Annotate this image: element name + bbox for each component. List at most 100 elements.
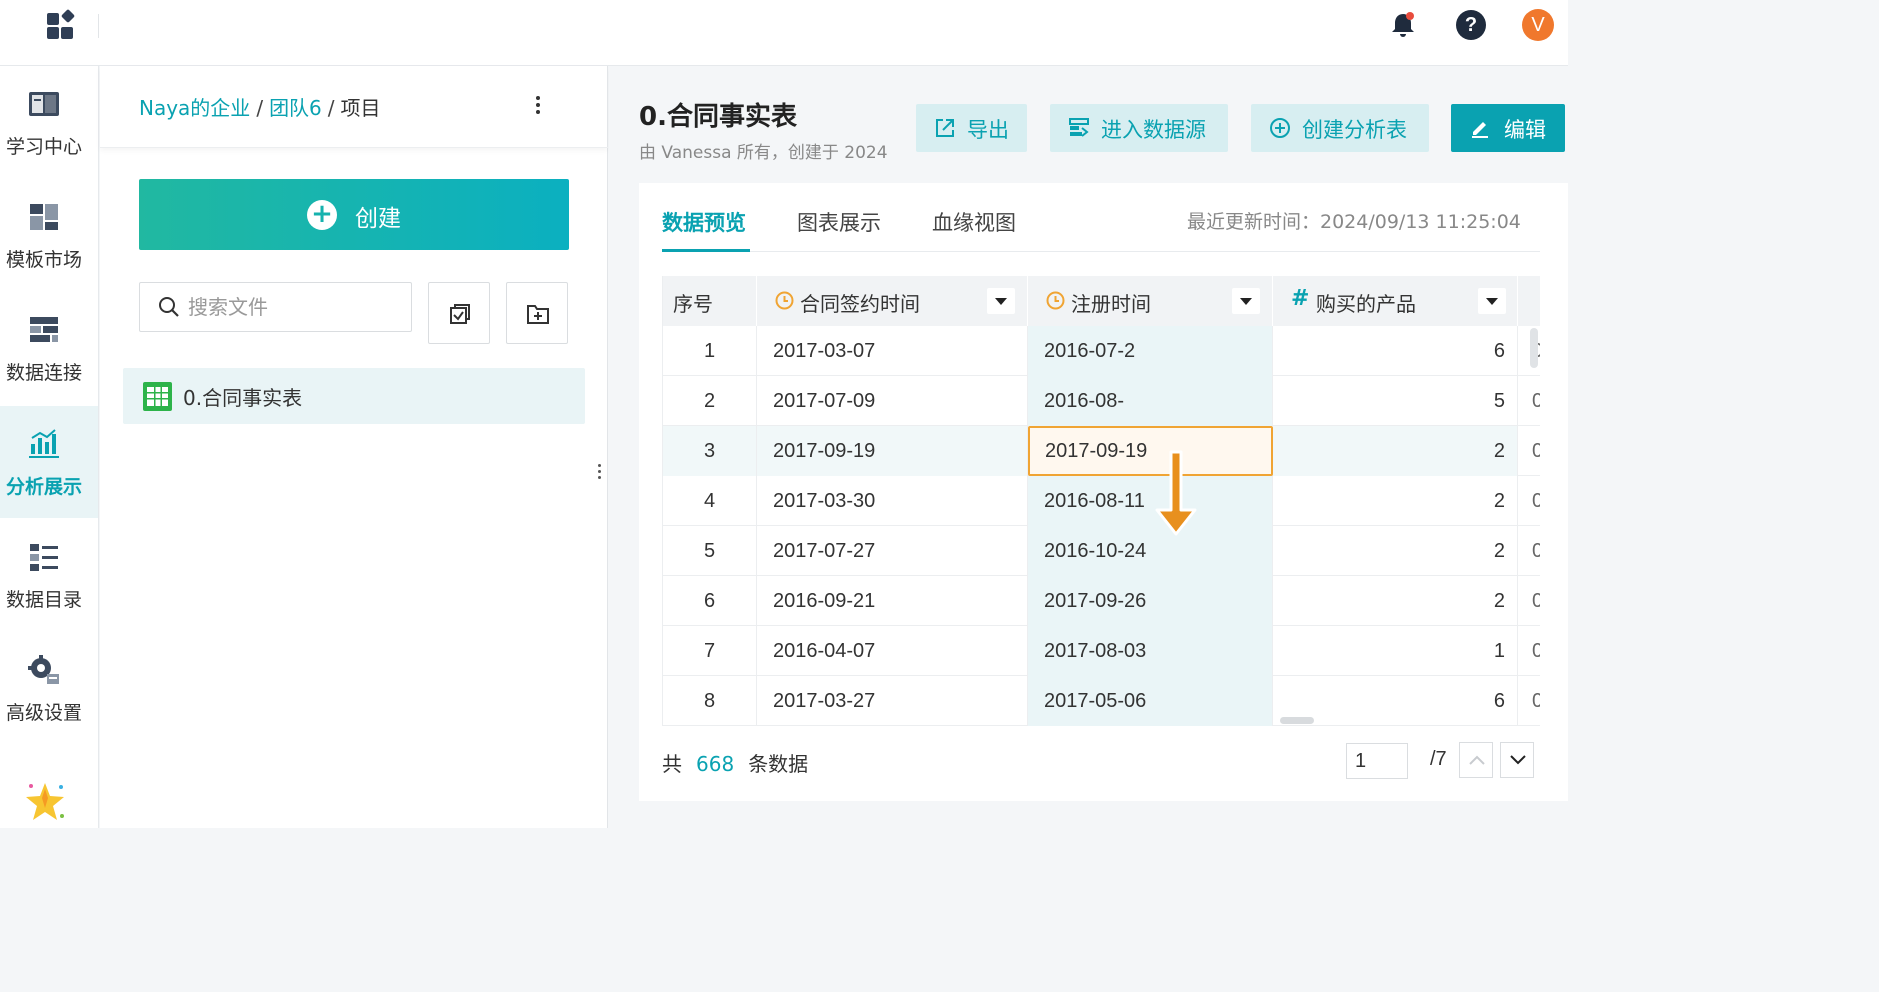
create-button[interactable]: + 创建 <box>139 179 569 250</box>
cell-next-column[interactable]: 0 <box>1518 626 1540 676</box>
cell-contract-date[interactable]: 2017-07-09 <box>757 376 1028 426</box>
cell-product[interactable]: 2 <box>1273 576 1518 626</box>
cell-contract-date[interactable]: 2017-03-30 <box>757 476 1028 526</box>
page-number-input[interactable] <box>1346 743 1408 779</box>
cell-register-date[interactable]: 2016-07-2 <box>1028 326 1273 376</box>
breadcrumb: Naya的企业 / 团队6/项目 <box>139 92 381 121</box>
create-analysis-button[interactable]: 创建分析表 <box>1251 104 1429 152</box>
search-icon <box>159 297 179 317</box>
cell-contract-date[interactable]: 2017-07-27 <box>757 526 1028 576</box>
column-header-label: 购买的产品 <box>1316 292 1416 316</box>
tab-chart-display[interactable]: 图表展示 <box>797 207 881 237</box>
star-sparkle-icon[interactable] <box>24 779 66 823</box>
datasource-icon <box>1069 118 1089 137</box>
tabs-divider <box>662 251 1540 252</box>
export-button[interactable]: 导出 <box>916 104 1027 152</box>
count-prefix: 共 <box>662 752 682 776</box>
bell-icon[interactable] <box>1388 10 1418 40</box>
nav-item-data-catalog[interactable]: 数据目录 <box>0 519 98 631</box>
cell-register-date[interactable]: 2017-05-06 <box>1028 676 1273 726</box>
column-dropdown-icon[interactable] <box>1232 288 1260 314</box>
cell-next-column[interactable]: 0 <box>1518 576 1540 626</box>
template-icon <box>30 204 58 230</box>
new-folder-button[interactable] <box>506 282 568 344</box>
cell-product[interactable]: 2 <box>1273 526 1518 576</box>
tab-data-preview[interactable]: 数据预览 <box>662 207 746 237</box>
page-up-button[interactable] <box>1459 742 1493 778</box>
edit-pencil-icon <box>1472 122 1488 138</box>
nav-label: 模板市场 <box>5 249 82 271</box>
cell-next-column[interactable]: 0 <box>1518 426 1540 476</box>
cell-register-date[interactable]: 2017-08-03 <box>1028 626 1273 676</box>
tab-lineage-view[interactable]: 血缘视图 <box>932 207 1016 237</box>
file-list-item[interactable]: 0.合同事实表 <box>123 368 585 424</box>
left-nav: 学习中心 模板市场 数据连接 分析展示 数据目录 高级设置 <box>0 66 99 828</box>
cell-product[interactable]: 2 <box>1273 426 1518 476</box>
cell-next-column[interactable]: 0 <box>1518 526 1540 576</box>
nav-item-learning-center[interactable]: 学习中心 <box>0 66 98 178</box>
data-card: 数据预览 图表展示 血缘视图 最近更新时间：2024/09/13 11:25:0… <box>639 183 1568 801</box>
table-file-icon <box>143 382 172 411</box>
table-row[interactable]: 52017-07-272016-10-2420 <box>663 526 1540 576</box>
cell-register-date[interactable]: 2017-09-26 <box>1028 576 1273 626</box>
cell-product[interactable]: 2 <box>1273 476 1518 526</box>
cell-contract-date[interactable]: 2017-03-07 <box>757 326 1028 376</box>
table-row[interactable]: 62016-09-212017-09-2620 <box>663 576 1540 626</box>
cell-contract-date[interactable]: 2017-09-19 <box>757 426 1028 476</box>
table-row[interactable]: 42017-03-302016-08-1120 <box>663 476 1540 526</box>
column-header-contract-date: 合同签约时间 <box>757 276 1028 326</box>
search-input[interactable] <box>188 292 398 322</box>
table-row[interactable]: 82017-03-272017-05-0660 <box>663 676 1540 726</box>
cell-contract-date[interactable]: 2017-03-27 <box>757 676 1028 726</box>
breadcrumb-org-link[interactable]: Naya的企业 <box>139 96 250 120</box>
main-content: 0.合同事实表 由 Vanessa 所有，创建于 2024 导出 进入数据源 创… <box>609 66 1568 828</box>
cell-index[interactable]: 6 <box>663 576 757 626</box>
cell-index[interactable]: 3 <box>663 426 757 476</box>
nav-item-advanced-settings[interactable]: 高级设置 <box>0 632 98 744</box>
cell-contract-date[interactable]: 2016-09-21 <box>757 576 1028 626</box>
table-row[interactable]: 12017-03-072016-07-260 <box>663 326 1540 376</box>
chevron-down-icon <box>1510 755 1526 765</box>
edit-button[interactable]: 编辑 <box>1451 104 1565 152</box>
nav-item-analysis-display[interactable]: 分析展示 <box>0 406 98 518</box>
cell-next-column[interactable]: 0 <box>1518 476 1540 526</box>
column-dropdown-icon[interactable] <box>987 288 1015 314</box>
panel-resize-handle[interactable] <box>596 464 602 484</box>
checkbox-select-icon <box>450 304 470 324</box>
cell-index[interactable]: 4 <box>663 476 757 526</box>
cell-index[interactable]: 8 <box>663 676 757 726</box>
cell-product[interactable]: 6 <box>1273 326 1518 376</box>
cell-index[interactable]: 2 <box>663 376 757 426</box>
nav-item-template-market[interactable]: 模板市场 <box>0 179 98 291</box>
cell-next-column[interactable]: 0 <box>1518 676 1540 726</box>
horizontal-scrollbar[interactable] <box>1280 717 1314 724</box>
page-total: /7 <box>1430 748 1447 770</box>
nav-label: 学习中心 <box>5 136 82 158</box>
breadcrumb-separator: / <box>256 96 264 120</box>
cell-product[interactable]: 5 <box>1273 376 1518 426</box>
help-icon[interactable]: ? <box>1456 10 1486 40</box>
column-dropdown-icon[interactable] <box>1478 288 1506 314</box>
number-type-icon: # <box>1291 286 1310 311</box>
cell-next-column[interactable]: 0 <box>1518 376 1540 426</box>
table-row[interactable]: 22017-07-092016-08-50 <box>663 376 1540 426</box>
breadcrumb-team-link[interactable]: 团队6 <box>269 96 322 120</box>
column-header-label: 合同签约时间 <box>800 292 920 316</box>
page-down-button[interactable] <box>1500 742 1534 778</box>
vertical-scrollbar[interactable] <box>1530 328 1538 368</box>
cell-index[interactable]: 7 <box>663 626 757 676</box>
table-row[interactable]: 72016-04-072017-08-0310 <box>663 626 1540 676</box>
table-row[interactable]: 32017-09-192017-09-1920 <box>663 426 1540 476</box>
cell-index[interactable]: 5 <box>663 526 757 576</box>
more-vertical-icon[interactable] <box>530 94 546 118</box>
book-icon <box>29 92 59 116</box>
cell-contract-date[interactable]: 2016-04-07 <box>757 626 1028 676</box>
cell-product[interactable]: 1 <box>1273 626 1518 676</box>
batch-select-button[interactable] <box>428 282 490 344</box>
enter-datasource-button[interactable]: 进入数据源 <box>1050 104 1228 152</box>
app-grid-icon[interactable] <box>44 8 76 42</box>
cell-register-date[interactable]: 2016-08- <box>1028 376 1273 426</box>
nav-item-data-connection[interactable]: 数据连接 <box>0 292 98 404</box>
avatar[interactable]: V <box>1522 9 1554 41</box>
cell-index[interactable]: 1 <box>663 326 757 376</box>
